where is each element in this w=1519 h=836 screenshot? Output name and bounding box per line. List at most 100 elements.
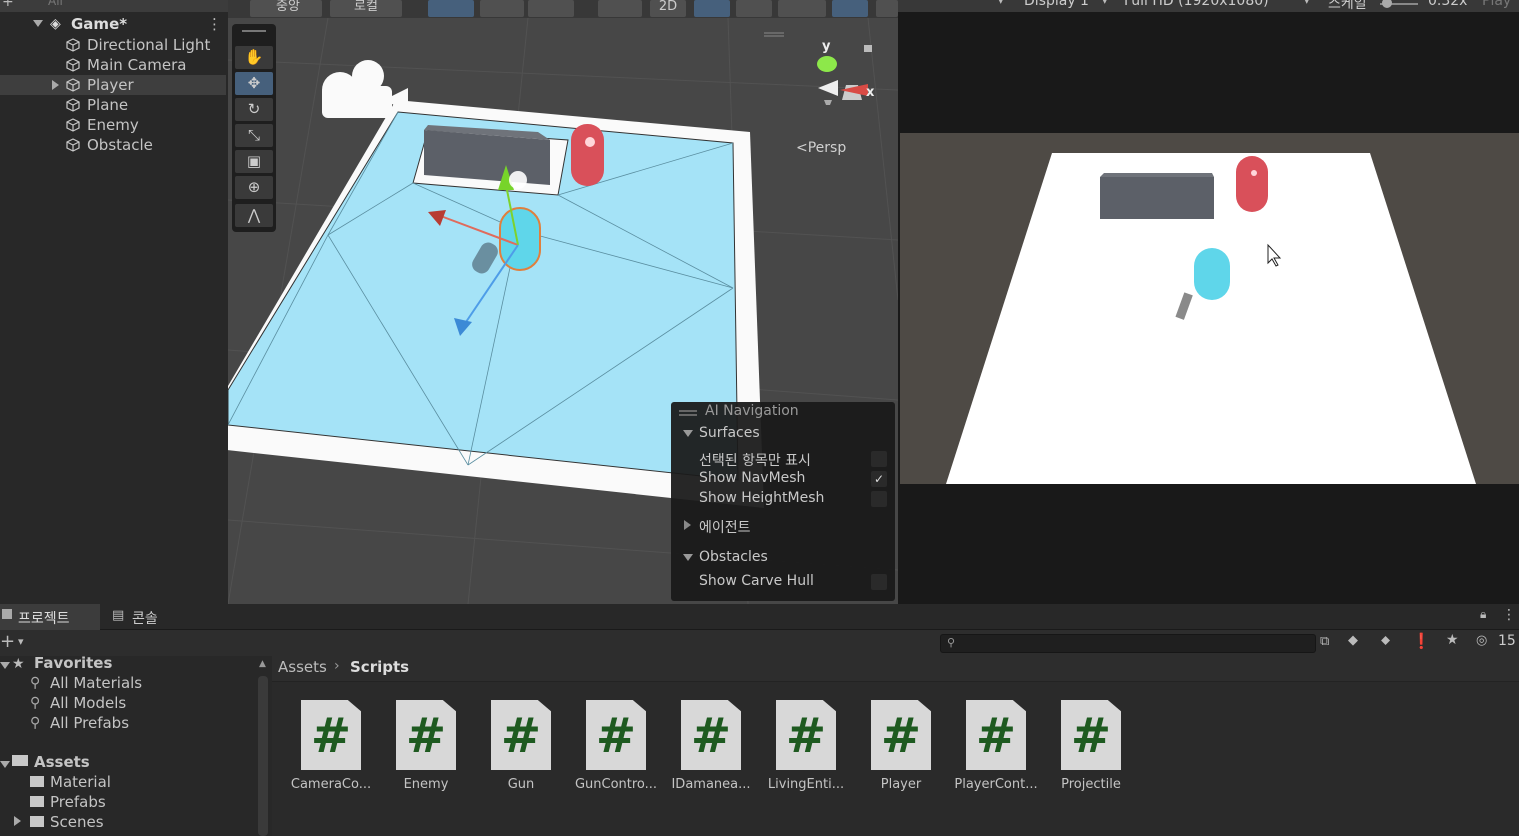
label-filter-icon[interactable]: ⬥: [1381, 633, 1390, 648]
resolution-chevron-icon[interactable]: ▾: [1304, 0, 1310, 7]
favorite-icon[interactable]: ★: [1446, 632, 1459, 648]
log-filter-icon[interactable]: ❗: [1412, 632, 1431, 650]
breadcrumb-root[interactable]: Assets: [278, 658, 327, 676]
play-focus-dropdown[interactable]: Play: [1482, 0, 1511, 9]
script-asset[interactable]: # PlayerCont...: [951, 700, 1041, 800]
scroll-up-icon[interactable]: ▲: [259, 659, 266, 669]
script-asset[interactable]: # Projectile: [1046, 700, 1136, 800]
obstacles-header[interactable]: Obstacles: [699, 549, 768, 565]
favorites-label[interactable]: Favorites: [34, 653, 112, 673]
display-chevron-icon[interactable]: ▾: [1102, 0, 1108, 7]
snap-toggle[interactable]: [428, 0, 474, 17]
scale-slider-handle[interactable]: [1382, 0, 1392, 8]
move-tool[interactable]: ✥: [235, 72, 273, 95]
lighting-button[interactable]: [694, 0, 730, 17]
breadcrumb-separator-icon: ›: [334, 658, 340, 674]
hierarchy-search-input[interactable]: All: [48, 0, 63, 8]
surfaces-header[interactable]: Surfaces: [699, 425, 760, 441]
lock-icon[interactable]: 🔒︎: [1480, 607, 1486, 622]
script-asset[interactable]: # Gun: [476, 700, 566, 800]
show-heightmesh-checkbox[interactable]: [871, 491, 887, 507]
folder-item[interactable]: Prefabs: [50, 792, 106, 812]
asset-label: Enemy: [403, 777, 449, 792]
breadcrumb-current[interactable]: Scripts: [350, 658, 409, 676]
overlay-drag-handle-2[interactable]: [679, 414, 697, 416]
favorites-expand-icon[interactable]: [0, 662, 10, 669]
search-icon: ⚲: [30, 695, 41, 711]
hand-tool[interactable]: ✋: [235, 46, 273, 69]
create-icon[interactable]: +: [0, 631, 15, 652]
scale-tool[interactable]: ⤡: [235, 124, 273, 147]
mode-2d-button[interactable]: 2D: [650, 0, 686, 17]
hierarchy-item[interactable]: Main Camera: [0, 55, 226, 75]
scene-name: Game*: [71, 15, 128, 33]
effects-button[interactable]: [778, 0, 826, 17]
rotate-tool[interactable]: ↻: [235, 98, 273, 121]
game-view[interactable]: [900, 133, 1519, 484]
folder-item[interactable]: Scenes: [50, 812, 104, 832]
custom-tool[interactable]: ⋀: [235, 204, 273, 227]
hierarchy-item[interactable]: Directional Light: [0, 35, 226, 55]
obstacles-expand-icon[interactable]: [683, 554, 693, 561]
assets-expand-icon[interactable]: [0, 761, 10, 768]
display-dropdown[interactable]: Display 1: [1024, 0, 1089, 9]
more-icon[interactable]: ⋮: [207, 14, 222, 34]
overlay-drag-handle[interactable]: [679, 410, 697, 412]
transform-tool[interactable]: ⊕: [235, 176, 273, 199]
more-icon[interactable]: ⋮: [1502, 607, 1516, 623]
project-search-input[interactable]: ⚲: [940, 634, 1316, 653]
create-chevron-icon[interactable]: ▾: [18, 635, 24, 648]
asset-label: Gun: [507, 777, 535, 792]
show-navmesh-checkbox[interactable]: ✓: [871, 471, 887, 487]
rect-tool[interactable]: ▣: [235, 150, 273, 173]
aspect-dropdown-icon[interactable]: ▾: [998, 0, 1004, 7]
expand-down-icon[interactable]: [33, 20, 43, 27]
script-asset[interactable]: # Player: [856, 700, 946, 800]
tab-project[interactable]: 프로젝트: [0, 604, 100, 630]
favorite-item[interactable]: All Materials: [50, 673, 142, 693]
favorite-item[interactable]: All Models: [50, 693, 126, 713]
hidden-objects-button[interactable]: [832, 0, 868, 17]
script-asset[interactable]: # LivingEnti...: [761, 700, 851, 800]
audio-button[interactable]: [736, 0, 772, 17]
pivot-dropdown[interactable]: 중앙: [250, 0, 322, 17]
assets-label[interactable]: Assets: [34, 752, 90, 772]
resolution-dropdown[interactable]: Full HD (1920x1080): [1124, 0, 1269, 9]
folder-item[interactable]: Material: [50, 772, 111, 792]
persp-label-container[interactable]: <Persp: [796, 140, 846, 156]
gizmos-button[interactable]: [876, 0, 898, 17]
search-filter-icon[interactable]: ⧉: [1320, 634, 1329, 649]
lock-icon[interactable]: [864, 45, 872, 52]
hierarchy-item[interactable]: Enemy: [0, 115, 226, 135]
scene-root-row[interactable]: ◈ Game* ⋮: [0, 14, 226, 34]
script-asset[interactable]: # Enemy: [381, 700, 471, 800]
folder-icon: [30, 776, 44, 787]
tree-scrollbar[interactable]: [258, 676, 268, 836]
hierarchy-item[interactable]: Plane: [0, 95, 226, 115]
add-icon[interactable]: +: [2, 0, 14, 10]
agents-header[interactable]: 에이전트: [699, 517, 751, 537]
grid-visibility-button[interactable]: [528, 0, 574, 17]
hidden-packages-icon[interactable]: ◎: [1476, 633, 1487, 648]
agents-expand-icon[interactable]: [684, 520, 691, 530]
surfaces-expand-icon[interactable]: [683, 430, 693, 437]
asset-label: CameraCo...: [290, 777, 372, 792]
tab-console[interactable]: ▤ 콘솔: [104, 604, 194, 630]
orientation-gizmo[interactable]: [817, 56, 868, 105]
type-filter-icon[interactable]: ◆: [1348, 633, 1358, 648]
script-asset[interactable]: # CameraCo...: [286, 700, 376, 800]
draw-mode-button[interactable]: [598, 0, 642, 17]
script-asset[interactable]: # GunContro...: [571, 700, 661, 800]
script-asset[interactable]: # IDamanea...: [666, 700, 756, 800]
expand-right-icon[interactable]: [52, 80, 59, 90]
favorite-item[interactable]: All Prefabs: [50, 713, 129, 733]
show-carve-hull-checkbox[interactable]: [871, 574, 887, 590]
hierarchy-item[interactable]: Obstacle: [0, 135, 226, 155]
grid-snap-button[interactable]: [480, 0, 524, 17]
enemy-highlight: [585, 137, 595, 147]
show-selected-checkbox[interactable]: [871, 451, 887, 467]
space-dropdown[interactable]: 로컬: [330, 0, 402, 17]
hierarchy-item[interactable]: Player: [0, 75, 226, 95]
expand-right-icon[interactable]: [14, 816, 21, 826]
drag-handle[interactable]: [242, 30, 266, 32]
